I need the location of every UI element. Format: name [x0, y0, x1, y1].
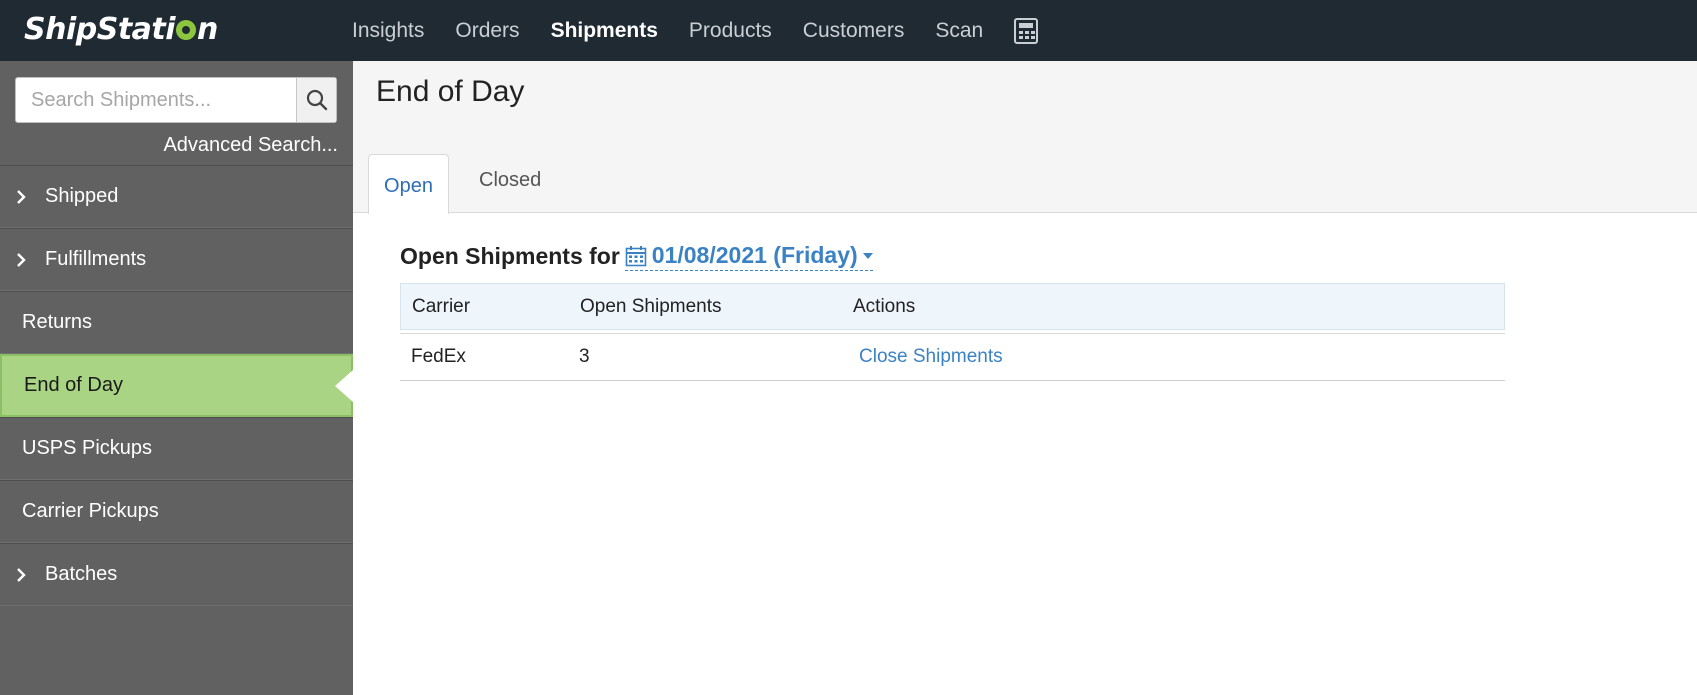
sidebar-item-carrier-pickups[interactable]: Carrier Pickups — [0, 480, 353, 543]
search-button[interactable] — [296, 78, 336, 122]
sidebar-item-fulfillments[interactable]: Fulfillments — [0, 228, 353, 291]
page-title: End of Day — [376, 75, 525, 108]
nav-customers[interactable]: Customers — [803, 19, 905, 43]
tab-closed[interactable]: Closed — [479, 169, 541, 192]
open-shipments-heading: Open Shipments for 01/08/2021 (Friday) — [400, 242, 873, 271]
chevron-right-icon — [0, 567, 45, 583]
selected-date: 01/08/2021 (Friday) — [651, 242, 858, 268]
nav-products[interactable]: Products — [689, 19, 772, 43]
shipstation-logo[interactable]: ShipStati n — [24, 11, 218, 47]
chevron-right-icon — [0, 189, 45, 205]
logo-text-start: ShipStati — [24, 11, 176, 47]
cell-open-shipments: 3 — [579, 346, 590, 367]
sidebar-item-returns[interactable]: Returns — [0, 291, 353, 354]
open-shipments-table: Carrier Open Shipments Actions FedEx 3 C… — [400, 283, 1505, 381]
column-header-actions: Actions — [853, 295, 916, 317]
advanced-search-link[interactable]: Advanced Search... — [163, 134, 338, 157]
sidebar-item-batches[interactable]: Batches — [0, 543, 353, 606]
column-header-carrier: Carrier — [412, 295, 471, 317]
nav-orders[interactable]: Orders — [455, 19, 519, 43]
sidebar-item-shipped[interactable]: Shipped — [0, 165, 353, 228]
caret-down-icon — [862, 252, 873, 259]
nav-shipments[interactable]: Shipments — [551, 19, 658, 43]
sidebar: Advanced Search... Shipped Fulfillments … — [0, 61, 353, 695]
calendar-icon — [625, 245, 647, 266]
page-header: End of Day Open Closed — [353, 61, 1697, 214]
sidebar-item-label: Fulfillments — [45, 248, 147, 270]
tab-open[interactable]: Open — [368, 154, 449, 214]
sidebar-item-end-of-day[interactable]: End of Day — [0, 354, 353, 417]
heading-text: Open Shipments for — [400, 243, 620, 269]
main-nav: Insights Orders Shipments Products Custo… — [352, 0, 1039, 61]
sidebar-item-label: Batches — [45, 563, 118, 585]
sidebar-item-usps-pickups[interactable]: USPS Pickups — [0, 417, 353, 480]
search-box — [15, 77, 337, 123]
search-input[interactable] — [16, 78, 296, 122]
table-row: FedEx 3 Close Shipments — [400, 333, 1505, 381]
calculator-icon[interactable] — [1014, 17, 1039, 44]
top-navigation-bar: ShipStati n Insights Orders Shipments Pro… — [0, 0, 1697, 61]
sidebar-item-label: USPS Pickups — [22, 437, 153, 459]
cell-carrier: FedEx — [411, 346, 466, 367]
sidebar-item-label: Carrier Pickups — [22, 500, 159, 522]
logo-text-end: n — [197, 11, 218, 47]
sidebar-menu: Shipped Fulfillments Returns End of Day … — [0, 165, 353, 606]
search-icon — [306, 89, 327, 111]
nav-insights[interactable]: Insights — [352, 19, 424, 43]
table-header: Carrier Open Shipments Actions — [400, 283, 1505, 330]
chevron-right-icon — [0, 252, 45, 268]
close-shipments-link[interactable]: Close Shipments — [859, 346, 1003, 368]
column-header-open-shipments: Open Shipments — [580, 295, 722, 317]
sidebar-item-label: Returns — [22, 311, 93, 333]
main-content: End of Day Open Closed Open Shipments fo… — [353, 61, 1697, 695]
sidebar-item-label: End of Day — [24, 374, 123, 396]
gear-icon — [176, 20, 197, 40]
sidebar-item-label: Shipped — [45, 185, 119, 207]
nav-scan[interactable]: Scan — [935, 19, 983, 43]
date-picker[interactable]: 01/08/2021 (Friday) — [624, 242, 873, 271]
